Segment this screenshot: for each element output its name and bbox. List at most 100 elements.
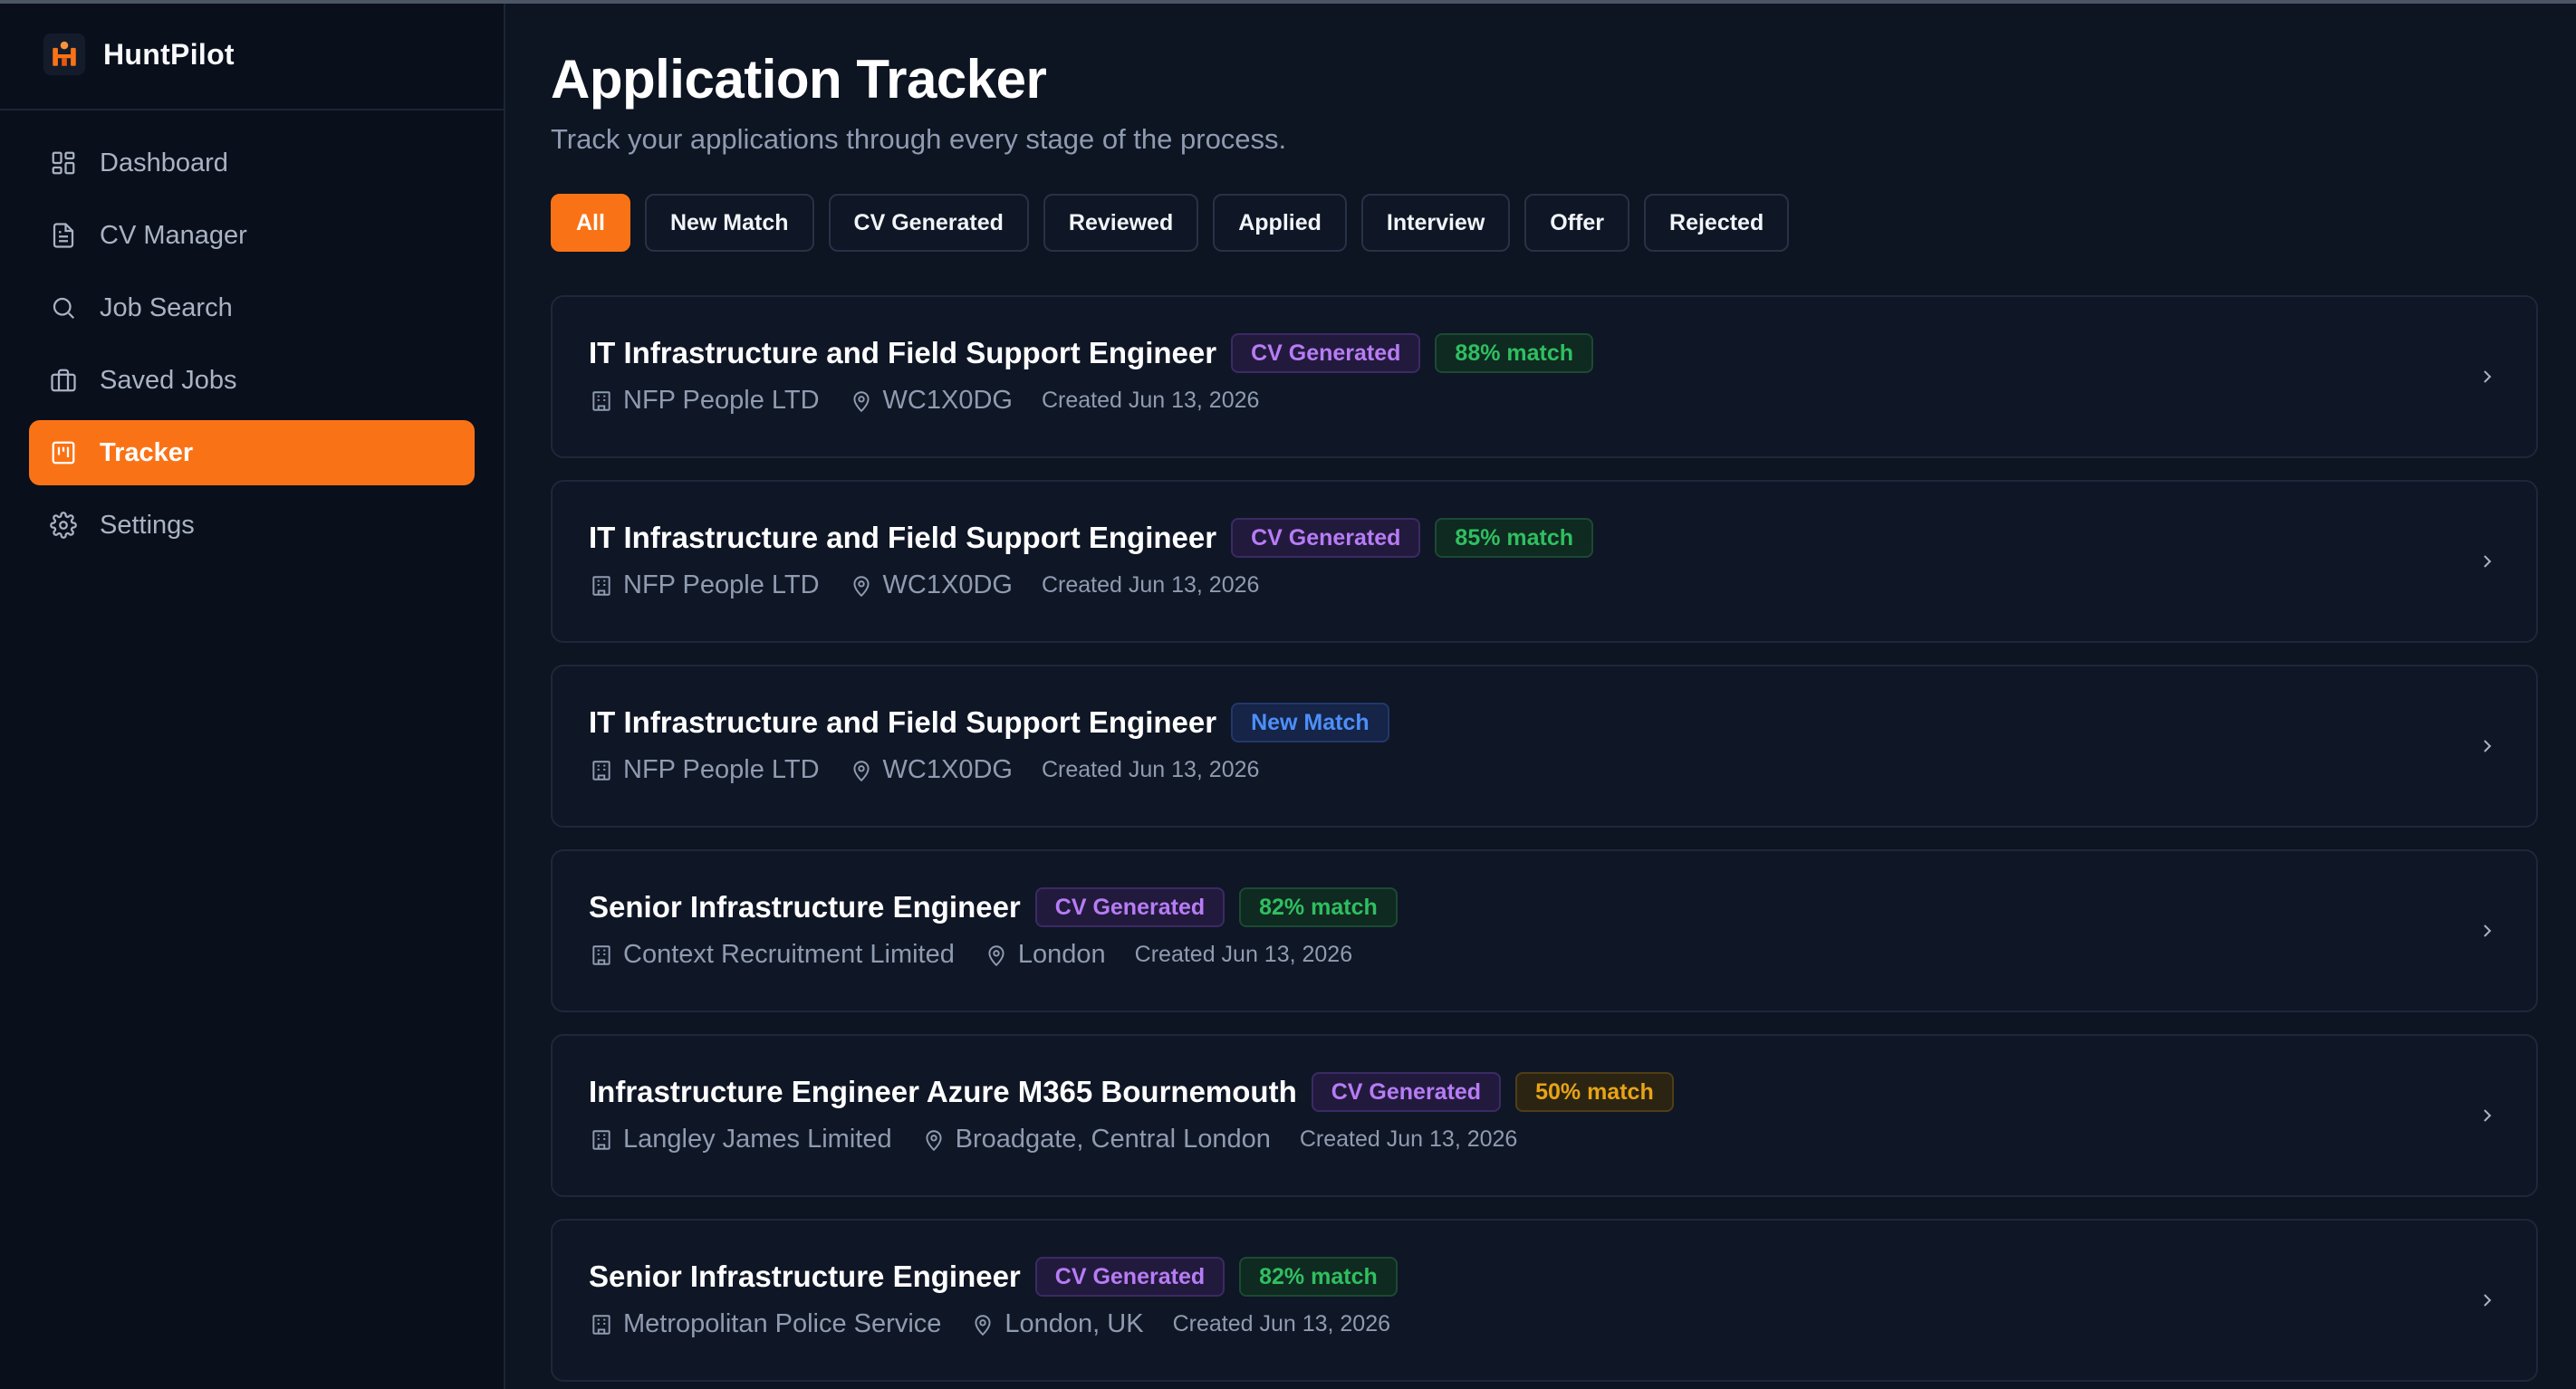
application-card[interactable]: IT Infrastructure and Field Support Engi… xyxy=(551,665,2538,828)
location: London xyxy=(984,940,1106,970)
job-title: IT Infrastructure and Field Support Engi… xyxy=(589,705,1217,739)
page-subtitle: Track your applications through every st… xyxy=(551,123,1287,155)
map-pin-icon xyxy=(849,573,874,599)
location-text: WC1X0DG xyxy=(882,386,1013,415)
map-pin-icon xyxy=(984,943,1009,968)
created-date: Created Jun 13, 2026 xyxy=(1041,757,1260,782)
created-date: Created Jun 13, 2026 xyxy=(1299,1126,1518,1152)
main-content: Application Tracker Track your applicati… xyxy=(505,0,2576,1389)
job-title: Senior Infrastructure Engineer xyxy=(589,1260,1021,1293)
match-badge: 82% match xyxy=(1239,887,1398,927)
location-text: London xyxy=(1017,940,1106,969)
company-name: NFP People LTD xyxy=(623,755,820,784)
map-pin-icon xyxy=(921,1127,947,1153)
job-title: Senior Infrastructure Engineer xyxy=(589,890,1021,924)
sidebar-item-job-search[interactable]: Job Search xyxy=(29,275,475,340)
document-icon xyxy=(49,221,78,250)
tracker-icon xyxy=(49,438,78,467)
company-name: Metropolitan Police Service xyxy=(623,1309,942,1338)
sidebar-item-label: Tracker xyxy=(100,437,194,467)
chevron-right-icon[interactable] xyxy=(2475,1103,2500,1128)
window-top-border xyxy=(0,0,2576,4)
application-card[interactable]: Infrastructure Engineer Azure M365 Bourn… xyxy=(551,1034,2538,1197)
brand[interactable]: HuntPilot xyxy=(0,0,504,110)
chevron-right-icon[interactable] xyxy=(2475,364,2500,389)
application-card[interactable]: IT Infrastructure and Field Support Engi… xyxy=(551,480,2538,643)
briefcase-icon xyxy=(49,366,78,395)
app-root: HuntPilot Dashboard CV Manager Job Searc… xyxy=(0,0,2576,1389)
status-badge: New Match xyxy=(1231,703,1389,742)
application-card[interactable]: Senior Infrastructure Engineer CV Genera… xyxy=(551,1219,2538,1382)
page-title: Application Tracker xyxy=(551,49,1047,110)
building-icon xyxy=(589,388,614,414)
gear-icon xyxy=(49,511,78,540)
chevron-right-icon[interactable] xyxy=(2475,733,2500,759)
match-badge: 82% match xyxy=(1239,1257,1398,1297)
building-icon xyxy=(589,1127,614,1153)
company: NFP People LTD xyxy=(589,755,820,785)
sidebar-item-label: CV Manager xyxy=(100,220,247,250)
status-badge: CV Generated xyxy=(1311,1072,1502,1112)
filter-cv-generated[interactable]: CV Generated xyxy=(828,194,1029,252)
sidebar-item-saved-jobs[interactable]: Saved Jobs xyxy=(29,348,475,413)
match-badge: 50% match xyxy=(1515,1072,1674,1112)
sidebar-item-tracker[interactable]: Tracker xyxy=(29,420,475,485)
sidebar: HuntPilot Dashboard CV Manager Job Searc… xyxy=(0,0,505,1389)
location: WC1X0DG xyxy=(849,570,1013,600)
sidebar-item-label: Job Search xyxy=(100,292,233,322)
sidebar-item-label: Saved Jobs xyxy=(100,365,237,395)
created-date: Created Jun 13, 2026 xyxy=(1041,388,1260,413)
location: London, UK xyxy=(970,1309,1144,1339)
building-icon xyxy=(589,1312,614,1337)
company: Context Recruitment Limited xyxy=(589,940,955,970)
application-card[interactable]: Senior Infrastructure Engineer CV Genera… xyxy=(551,849,2538,1012)
filter-interview[interactable]: Interview xyxy=(1360,194,1511,252)
chevron-right-icon[interactable] xyxy=(2475,1288,2500,1313)
created-date: Created Jun 13, 2026 xyxy=(1172,1311,1391,1336)
company: Langley James Limited xyxy=(589,1125,892,1154)
search-icon xyxy=(49,293,78,322)
created-date: Created Jun 13, 2026 xyxy=(1134,942,1353,967)
sidebar-item-label: Settings xyxy=(100,510,195,540)
location: WC1X0DG xyxy=(849,386,1013,416)
filter-reviewed[interactable]: Reviewed xyxy=(1043,194,1199,252)
filter-new-match[interactable]: New Match xyxy=(644,194,814,252)
sidebar-item-label: Dashboard xyxy=(100,148,228,177)
filter-applied[interactable]: Applied xyxy=(1213,194,1347,252)
building-icon xyxy=(589,758,614,783)
status-badge: CV Generated xyxy=(1231,518,1421,558)
sidebar-item-cv-manager[interactable]: CV Manager xyxy=(29,203,475,268)
location-text: WC1X0DG xyxy=(882,570,1013,599)
job-title: IT Infrastructure and Field Support Engi… xyxy=(589,521,1217,554)
building-icon xyxy=(589,943,614,968)
created-date: Created Jun 13, 2026 xyxy=(1041,572,1260,598)
status-filter-bar: All New Match CV Generated Reviewed Appl… xyxy=(551,194,2576,252)
status-badge: CV Generated xyxy=(1231,333,1421,373)
chevron-right-icon[interactable] xyxy=(2475,549,2500,574)
company: NFP People LTD xyxy=(589,570,820,600)
map-pin-icon xyxy=(849,758,874,783)
application-list: IT Infrastructure and Field Support Engi… xyxy=(551,295,2538,1382)
sidebar-item-dashboard[interactable]: Dashboard xyxy=(29,130,475,196)
map-pin-icon xyxy=(849,388,874,414)
application-card[interactable]: IT Infrastructure and Field Support Engi… xyxy=(551,295,2538,458)
filter-rejected[interactable]: Rejected xyxy=(1644,194,1790,252)
job-title: Infrastructure Engineer Azure M365 Bourn… xyxy=(589,1075,1297,1108)
match-badge: 88% match xyxy=(1435,333,1594,373)
filter-all[interactable]: All xyxy=(551,194,630,252)
filter-offer[interactable]: Offer xyxy=(1524,194,1630,252)
company-name: NFP People LTD xyxy=(623,570,820,599)
location-text: London, UK xyxy=(1004,1309,1144,1338)
company-name: Langley James Limited xyxy=(623,1125,892,1154)
match-badge: 85% match xyxy=(1435,518,1594,558)
map-pin-icon xyxy=(970,1312,995,1337)
job-title: IT Infrastructure and Field Support Engi… xyxy=(589,336,1217,369)
location-text: WC1X0DG xyxy=(882,755,1013,784)
huntpilot-logo-icon xyxy=(43,34,85,75)
brand-name: HuntPilot xyxy=(103,37,235,71)
location-text: Broadgate, Central London xyxy=(955,1125,1271,1154)
chevron-right-icon[interactable] xyxy=(2475,918,2500,944)
building-icon xyxy=(589,573,614,599)
sidebar-item-settings[interactable]: Settings xyxy=(29,493,475,558)
status-badge: CV Generated xyxy=(1034,1257,1226,1297)
